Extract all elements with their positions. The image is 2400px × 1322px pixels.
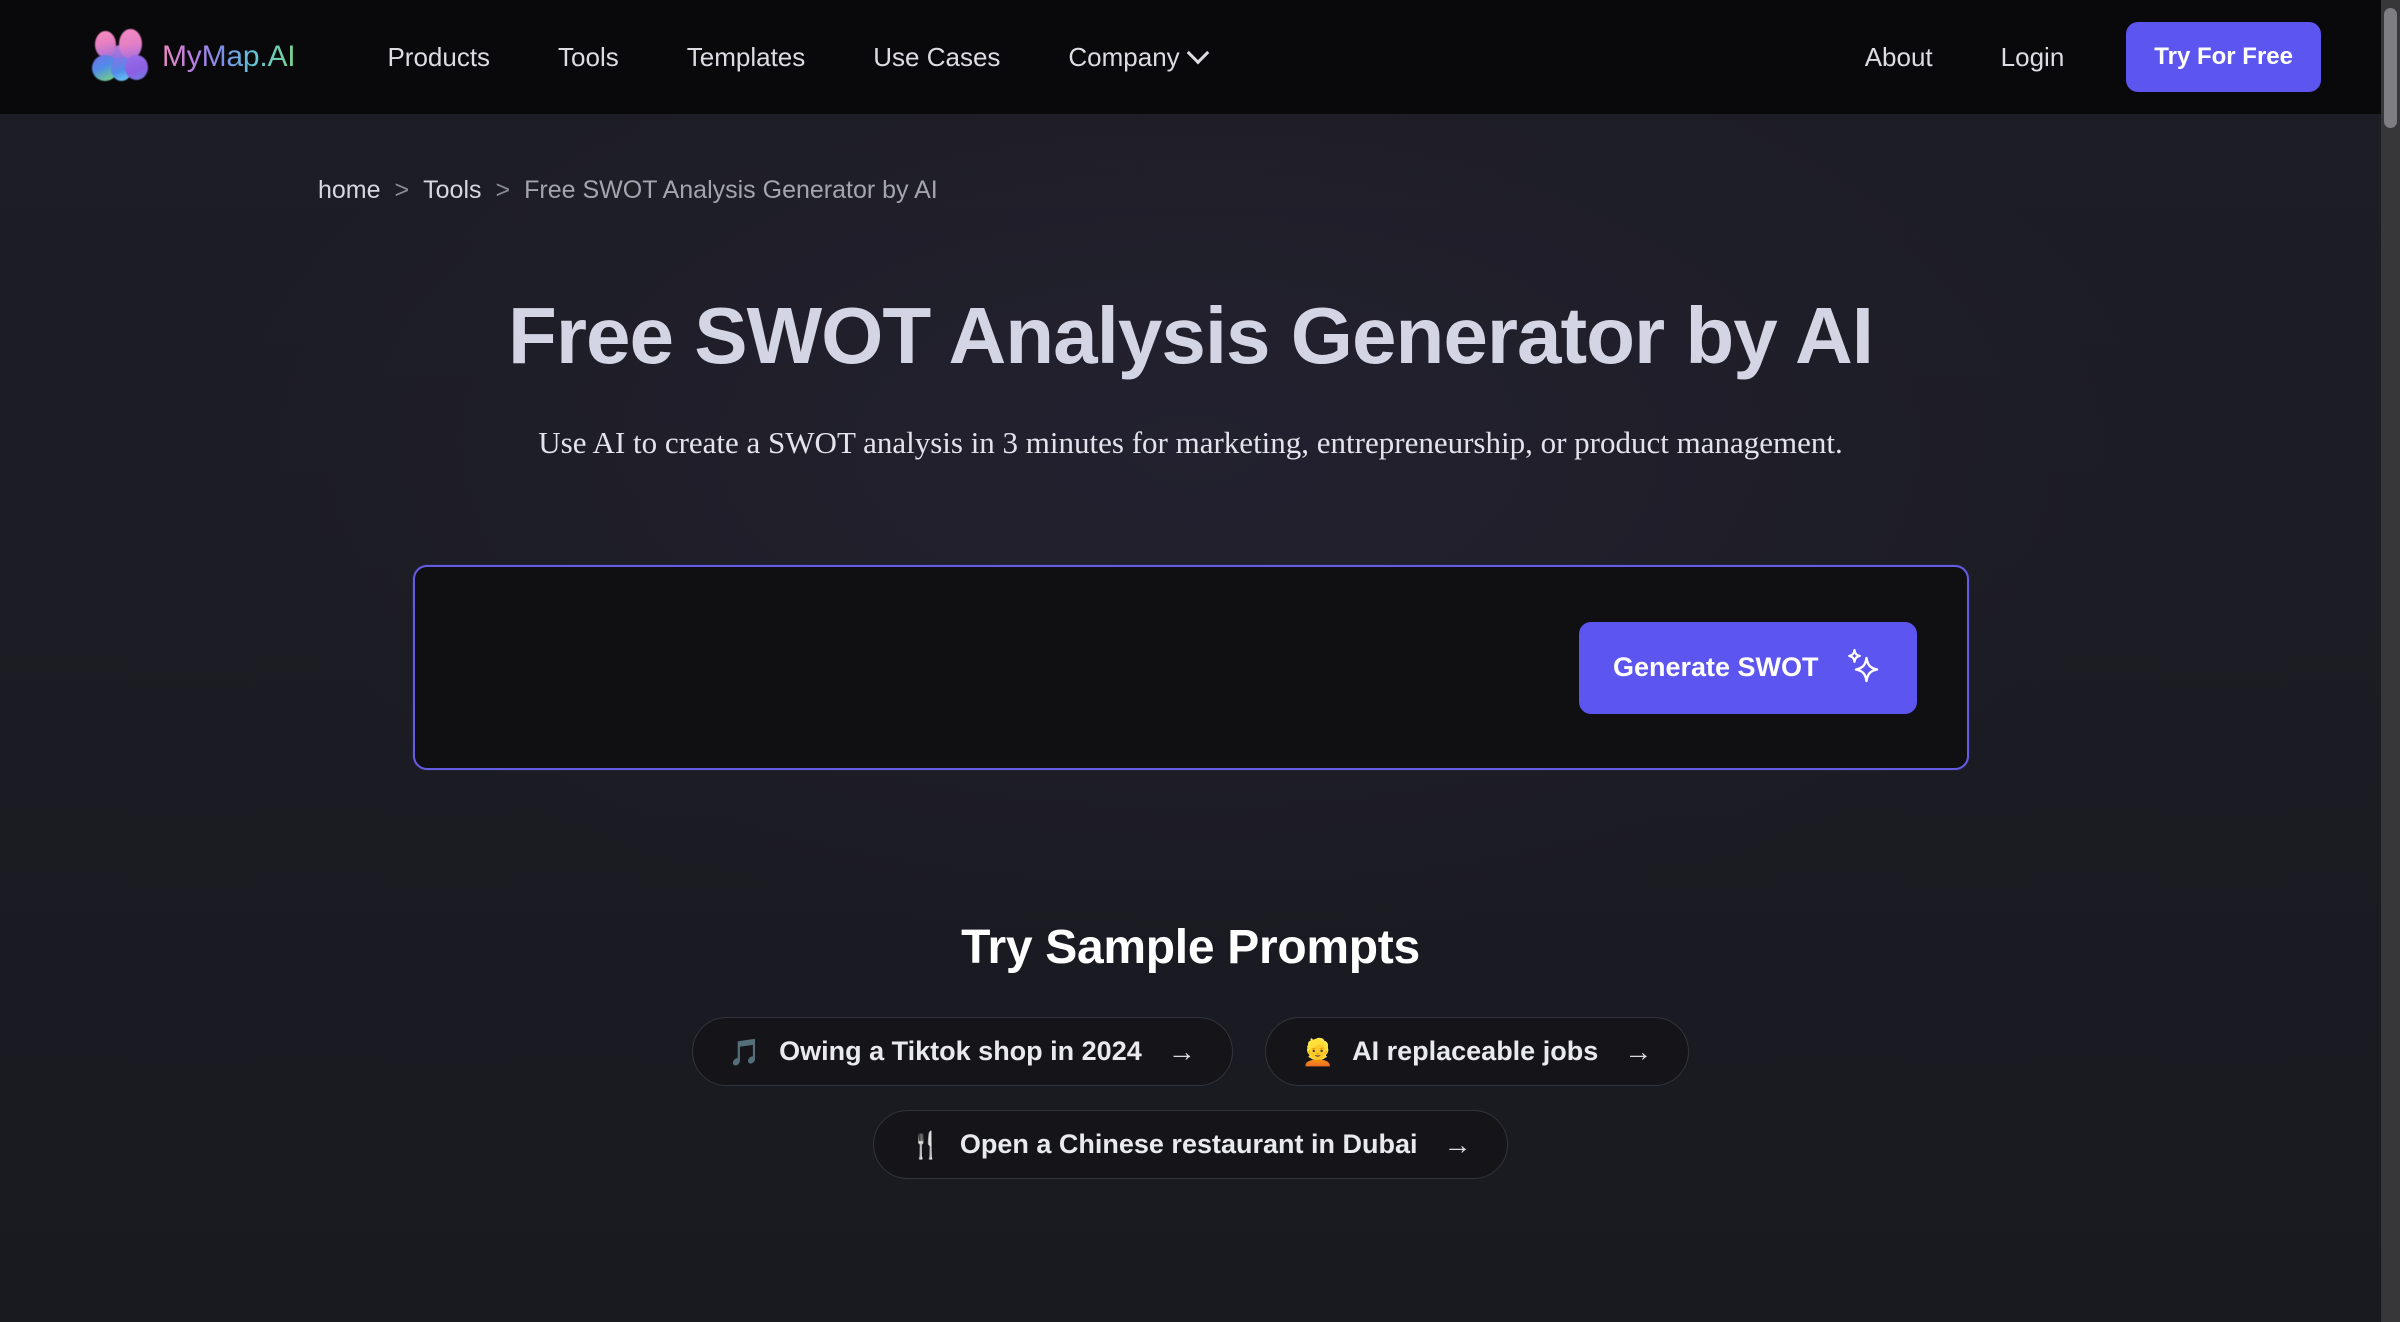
arrow-right-icon: → — [1624, 1035, 1653, 1067]
sample-prompt-chip[interactable]: 🎵 Owing a Tiktok shop in 2024 → — [691, 1017, 1233, 1087]
page-title: Free SWOT Analysis Generator by AI — [508, 291, 1874, 380]
breadcrumb-home[interactable]: home — [318, 176, 381, 205]
page-scrollbar[interactable] — [2381, 0, 2400, 1322]
nav-item-about[interactable]: About — [1831, 42, 1967, 73]
nav-item-label: Tools — [558, 41, 619, 72]
prompt-box[interactable]: Generate SWOT — [412, 565, 1969, 771]
nav-item-label: Products — [387, 41, 491, 72]
sample-prompt-label: Open a Chinese restaurant in Dubai — [959, 1129, 1418, 1160]
sample-prompts-section: Try Sample Prompts 🎵 Owing a Tiktok shop… — [0, 920, 2381, 1180]
nav-item-company[interactable]: Company — [1034, 42, 1239, 73]
nav-item-tools[interactable]: Tools — [524, 42, 653, 73]
arrow-right-icon: → — [1443, 1128, 1472, 1160]
nav-item-login[interactable]: Login — [1967, 42, 2099, 73]
scrollbar-thumb[interactable] — [2384, 8, 2397, 128]
prompt-section: Generate SWOT — [412, 565, 1969, 771]
sample-prompt-label: AI replaceable jobs — [1352, 1036, 1599, 1067]
page-root: MyMap.AI Products Tools Templates Use Ca… — [0, 0, 2381, 1322]
breadcrumb-tools[interactable]: Tools — [423, 176, 481, 205]
brand-name: MyMap.AI — [162, 40, 296, 73]
breadcrumb-separator: > — [394, 176, 410, 204]
sample-prompt-label: Owing a Tiktok shop in 2024 — [779, 1036, 1142, 1067]
person-blond-hair-icon: 👱 — [1301, 1036, 1335, 1067]
mymap-blobs-logo-icon — [92, 29, 148, 85]
music-note-icon: 🎵 — [728, 1036, 762, 1067]
nav-item-templates[interactable]: Templates — [653, 42, 840, 73]
page-subtitle: Use AI to create a SWOT analysis in 3 mi… — [538, 425, 1843, 461]
sample-prompt-chip[interactable]: 🍴 Open a Chinese restaurant in Dubai → — [872, 1110, 1509, 1180]
nav-item-label: Templates — [686, 41, 806, 72]
nav-item-label: Company — [1068, 41, 1180, 72]
breadcrumb-separator: > — [495, 176, 511, 204]
sample-prompt-row: 🍴 Open a Chinese restaurant in Dubai → — [0, 1110, 2381, 1180]
try-for-free-button[interactable]: Try For Free — [2126, 22, 2321, 92]
generate-swot-label: Generate SWOT — [1612, 652, 1819, 683]
breadcrumb-current: Free SWOT Analysis Generator by AI — [524, 176, 938, 204]
hero-section: Free SWOT Analysis Generator by AI Use A… — [0, 291, 2381, 461]
generate-swot-button[interactable]: Generate SWOT — [1578, 621, 1917, 714]
nav-item-label: Use Cases — [873, 41, 1001, 72]
nav-item-products[interactable]: Products — [353, 42, 524, 73]
sample-prompt-chip[interactable]: 👱 AI replaceable jobs → — [1264, 1017, 1690, 1087]
sample-prompt-row: 🎵 Owing a Tiktok shop in 2024 → 👱 AI rep… — [0, 1017, 2381, 1087]
header-actions: About Login Try For Free — [1831, 22, 2381, 92]
main-navigation: Products Tools Templates Use Cases Compa… — [353, 42, 1239, 73]
sample-prompts-title: Try Sample Prompts — [961, 921, 1420, 975]
fork-and-knife-icon: 🍴 — [909, 1129, 942, 1160]
breadcrumb: home > Tools > Free SWOT Analysis Genera… — [318, 176, 2381, 205]
chevron-down-icon — [1186, 41, 1210, 65]
site-header: MyMap.AI Products Tools Templates Use Ca… — [0, 0, 2381, 114]
nav-item-use-cases[interactable]: Use Cases — [839, 42, 1034, 73]
brand-logo-link[interactable]: MyMap.AI — [92, 29, 296, 85]
arrow-right-icon: → — [1167, 1035, 1196, 1067]
sparkle-icon — [1841, 645, 1883, 690]
